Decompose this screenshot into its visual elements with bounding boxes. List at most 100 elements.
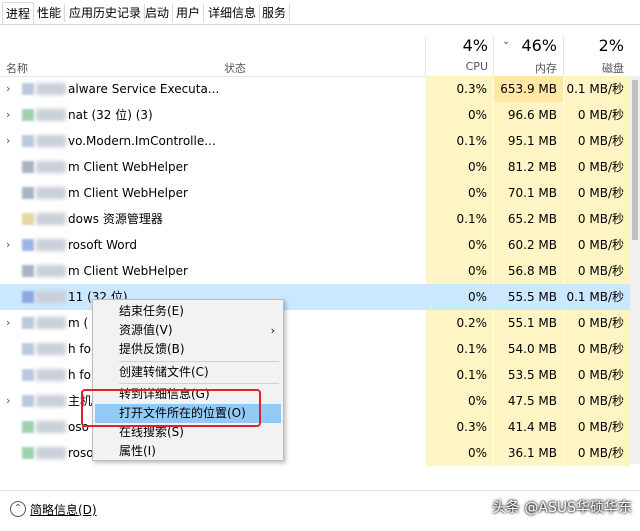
redacted-name — [36, 187, 66, 199]
process-name: dows 资源管理器 — [68, 212, 163, 226]
menu-item-properties[interactable]: 属性(I) — [93, 442, 283, 461]
process-cpu: 0.2% — [426, 310, 493, 336]
process-icon — [22, 447, 34, 459]
process-icon — [22, 395, 34, 407]
column-divider — [425, 36, 426, 76]
column-name-header[interactable]: 名称 — [6, 60, 28, 76]
expand-chevron-icon[interactable]: › — [6, 76, 10, 102]
menu-item-create-dump[interactable]: 创建转储文件(C) — [93, 363, 283, 382]
menu-item-goto-details[interactable]: 转到详细信息(G) — [93, 385, 283, 404]
process-disk: 0 MB/秒 — [564, 440, 630, 466]
process-icon — [22, 317, 34, 329]
menu-item-end-task[interactable]: 结束任务(E) — [93, 302, 283, 321]
scrollbar-thumb[interactable] — [632, 80, 638, 240]
menu-separator — [119, 383, 279, 384]
process-memory: 81.2 MB — [494, 154, 563, 180]
tab-bar: 进程 性能 应用历史记录 启动 用户 详细信息 服务 — [0, 0, 640, 25]
tab-services[interactable]: 服务 — [259, 4, 291, 22]
collapse-chevron-icon[interactable]: ⌃ — [10, 501, 26, 517]
process-cpu: 0% — [426, 232, 493, 258]
process-cpu: 0% — [467, 290, 487, 304]
redacted-name — [36, 317, 66, 329]
expand-chevron-icon[interactable]: › — [6, 310, 10, 336]
column-header: 名称 状态 4% CPU 46% ⌄ 内存 2% 磁盘 — [0, 36, 640, 77]
process-disk: 0 MB/秒 — [564, 310, 630, 336]
process-disk: 0 MB/秒 — [564, 180, 630, 206]
process-disk: 0 MB/秒 — [564, 232, 630, 258]
process-disk: 0 MB/秒 — [564, 362, 630, 388]
tab-processes[interactable]: 进程 — [2, 2, 35, 24]
tab-details[interactable]: 详细信息 — [205, 4, 261, 22]
fewer-details-link[interactable]: 简略信息(D) — [30, 501, 97, 518]
process-disk: 0 MB/秒 — [564, 258, 630, 284]
column-divider — [563, 36, 564, 76]
process-memory: 54.0 MB — [494, 336, 563, 362]
process-disk: 0 MB/秒 — [564, 414, 630, 440]
redacted-name — [36, 109, 66, 121]
expand-chevron-icon[interactable]: › — [6, 128, 10, 154]
column-memory-header[interactable]: 内存 — [500, 60, 557, 76]
process-memory: 60.2 MB — [494, 232, 563, 258]
menu-item-open-file-location[interactable]: 打开文件所在的位置(O) — [95, 404, 281, 423]
tab-startup[interactable]: 启动 — [142, 4, 174, 22]
submenu-arrow-icon: › — [270, 324, 275, 337]
process-memory: 56.8 MB — [494, 258, 563, 284]
process-cpu: 0% — [426, 388, 493, 414]
process-disk: 0 MB/秒 — [564, 128, 630, 154]
process-disk: 0 MB/秒 — [564, 206, 630, 232]
process-disk: 0 MB/秒 — [564, 102, 630, 128]
process-name: m Client WebHelper — [68, 264, 188, 278]
process-icon — [22, 213, 34, 225]
menu-separator — [119, 361, 279, 362]
vertical-scrollbar[interactable] — [630, 76, 640, 464]
redacted-name — [36, 213, 66, 225]
process-row[interactable]: › alware Service Executa... 0.3% 653.9 M… — [0, 76, 630, 102]
process-memory: 53.5 MB — [494, 362, 563, 388]
process-cpu: 0.1% — [426, 206, 493, 232]
cpu-percent[interactable]: 4% — [430, 36, 488, 55]
expand-chevron-icon[interactable]: › — [6, 102, 10, 128]
process-row[interactable]: › nat (32 位) (3) 0% 96.6 MB 0 MB/秒 — [0, 102, 630, 128]
process-name: h fo — [68, 342, 91, 356]
process-icon — [22, 265, 34, 277]
process-name: oso — [68, 420, 89, 434]
process-cpu: 0.1% — [426, 362, 493, 388]
process-icon — [22, 83, 34, 95]
menu-item-feedback[interactable]: 提供反馈(B) — [93, 340, 283, 359]
process-memory: 47.5 MB — [494, 388, 563, 414]
column-cpu-header[interactable]: CPU — [430, 60, 488, 73]
process-row[interactable]: m Client WebHelper 0% 70.1 MB 0 MB/秒 — [0, 180, 630, 206]
process-memory: 55.1 MB — [494, 310, 563, 336]
process-memory: 55.5 MB — [507, 290, 557, 304]
process-icon — [22, 187, 34, 199]
column-status-header[interactable]: 状态 — [224, 60, 246, 76]
process-icon — [22, 161, 34, 173]
process-row[interactable]: › rosoft Word 0% 60.2 MB 0 MB/秒 — [0, 232, 630, 258]
tab-users[interactable]: 用户 — [173, 4, 205, 22]
process-row[interactable]: › vo.Modern.ImControlle... 0.1% 95.1 MB … — [0, 128, 630, 154]
process-disk: 0 MB/秒 — [564, 154, 630, 180]
process-name: 主机 — [68, 394, 93, 408]
process-row[interactable]: m Client WebHelper 0% 56.8 MB 0 MB/秒 — [0, 258, 630, 284]
redacted-name — [36, 343, 66, 355]
process-row[interactable]: m Client WebHelper 0% 81.2 MB 0 MB/秒 — [0, 154, 630, 180]
tab-app-history[interactable]: 应用历史记录 — [66, 4, 146, 22]
process-cpu: 0.3% — [426, 414, 493, 440]
redacted-name — [36, 395, 66, 407]
menu-item-search-online[interactable]: 在线搜索(S) — [93, 423, 283, 442]
watermark-text: 头条 @ASUS华硕华东 — [491, 500, 632, 516]
process-row[interactable]: dows 资源管理器 0.1% 65.2 MB 0 MB/秒 — [0, 206, 630, 232]
expand-chevron-icon[interactable]: › — [6, 232, 10, 258]
process-disk: 0.1 MB/秒 — [564, 76, 630, 102]
tab-performance[interactable]: 性能 — [34, 4, 66, 22]
disk-percent[interactable]: 2% — [570, 36, 624, 55]
process-icon — [22, 291, 34, 303]
menu-item-resource-values[interactable]: 资源值(V) › — [93, 321, 283, 340]
process-disk: 0 MB/秒 — [564, 336, 630, 362]
redacted-name — [36, 369, 66, 381]
column-disk-header[interactable]: 磁盘 — [570, 60, 624, 76]
process-icon — [22, 239, 34, 251]
process-icon — [22, 135, 34, 147]
redacted-name — [36, 83, 66, 95]
expand-chevron-icon[interactable]: › — [6, 388, 10, 414]
